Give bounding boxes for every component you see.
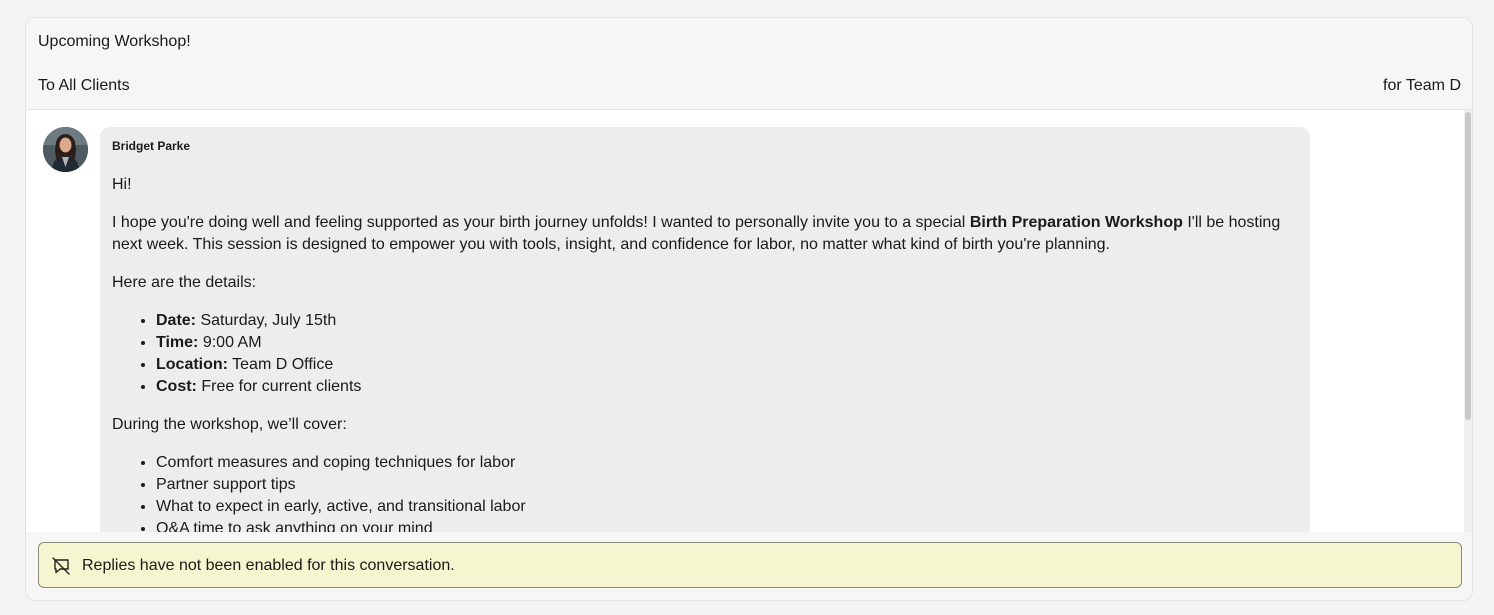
team-label: for Team D: [1383, 77, 1461, 94]
list-item: What to expect in early, active, and tra…: [156, 496, 1298, 518]
scrollbar-thumb[interactable]: [1465, 112, 1471, 420]
greeting: Hi!: [112, 176, 132, 193]
detail-value: Saturday, July 15th: [196, 312, 337, 329]
comment-disabled-icon: [52, 557, 70, 575]
detail-label: Date:: [156, 312, 197, 329]
message-header: Upcoming Workshop! To All Clients for Te…: [26, 18, 1472, 110]
message-card: Upcoming Workshop! To All Clients for Te…: [25, 17, 1473, 601]
details-list: Date: Saturday, July 15th Time: 9:00 AM …: [112, 310, 1298, 398]
detail-value: Free for current clients: [196, 378, 362, 395]
workshop-name: Birth Preparation Workshop: [969, 214, 1183, 231]
person-photo-icon: [43, 127, 88, 172]
message-subject: Upcoming Workshop!: [38, 33, 191, 50]
list-item: Time: 9:00 AM: [156, 332, 1298, 354]
replies-disabled-notice: Replies have not been enabled for this c…: [38, 542, 1462, 588]
sender-name: Bridget Parke: [112, 139, 191, 153]
detail-value: 9:00 AM: [198, 334, 262, 351]
detail-label: Time:: [156, 334, 199, 351]
list-item: Location: Team D Office: [156, 354, 1298, 376]
conversation-body[interactable]: Bridget Parke Hi! I hope you're doing we…: [26, 110, 1472, 532]
intro-text: I hope you're doing well and feeling sup…: [112, 214, 970, 231]
cover-heading: During the workshop, we’ll cover:: [112, 416, 347, 433]
message-recipients: To All Clients: [38, 77, 130, 94]
intro-paragraph: I hope you're doing well and feeling sup…: [112, 212, 1298, 256]
scrollbar[interactable]: [1464, 110, 1472, 532]
detail-value: Team D Office: [228, 356, 334, 373]
message-bubble: Bridget Parke Hi! I hope you're doing we…: [100, 127, 1310, 532]
details-heading: Here are the details:: [112, 274, 257, 291]
detail-label: Location:: [156, 356, 228, 373]
list-item: Cost: Free for current clients: [156, 376, 1298, 398]
list-item: Date: Saturday, July 15th: [156, 310, 1298, 332]
avatar: [43, 127, 88, 172]
list-item: Partner support tips: [156, 474, 1298, 496]
notice-text: Replies have not been enabled for this c…: [82, 557, 455, 574]
detail-label: Cost:: [156, 378, 197, 395]
topics-list: Comfort measures and coping techniques f…: [112, 452, 1298, 532]
list-item: Comfort measures and coping techniques f…: [156, 452, 1298, 474]
list-item: Q&A time to ask anything on your mind: [156, 518, 1298, 532]
